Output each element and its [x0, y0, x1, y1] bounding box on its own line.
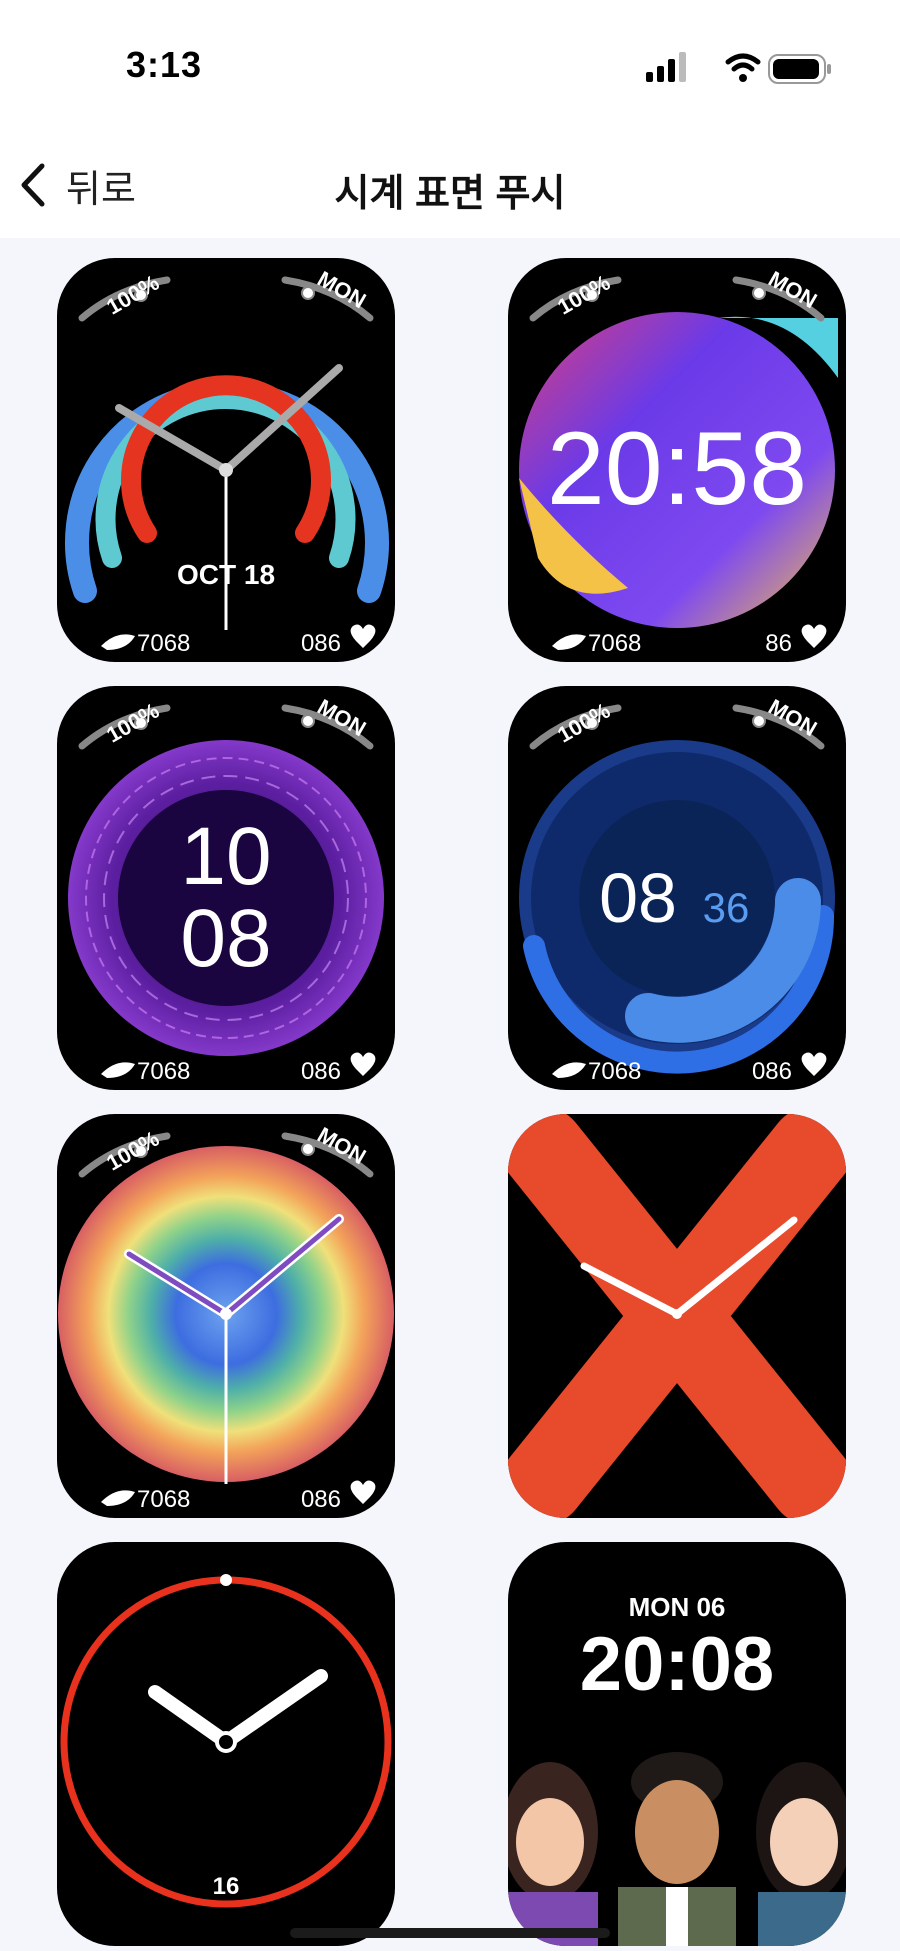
steps-value: 7068	[137, 630, 190, 657]
date-label: OCT 18	[177, 559, 275, 590]
watch-face-blue-ring[interactable]: 100% MON 08 36 7068 086	[508, 686, 846, 1090]
avatar-center	[618, 1752, 736, 1946]
cellular-signal-icon	[646, 52, 686, 82]
date-number: 16	[213, 1873, 240, 1900]
date-label: MON 06	[629, 1592, 726, 1622]
battery-label: 100%	[553, 698, 614, 748]
watch-face-red-x[interactable]	[508, 1114, 846, 1518]
heart-value: 086	[752, 1058, 792, 1085]
steps-value: 7068	[588, 1058, 641, 1085]
watch-face-rainbow-analog[interactable]: 100% MON 7068 086	[57, 1114, 395, 1518]
battery-icon	[768, 54, 831, 84]
hour-label: 08	[599, 859, 677, 937]
digital-time: 20:58	[547, 411, 807, 527]
steps-value: 7068	[137, 1058, 190, 1085]
heart-value: 086	[301, 1058, 341, 1085]
minute-label: 36	[703, 884, 750, 931]
watch-face-purple-swirl[interactable]: 100% MON 10 08 7068 086	[57, 686, 395, 1090]
minute-label: 08	[180, 893, 271, 984]
status-icons	[640, 48, 840, 88]
steps-value: 7068	[588, 630, 641, 657]
watch-face-colorful-digital[interactable]: 100% MON 20:58 7068 86	[508, 258, 846, 662]
day-label: MON	[764, 266, 821, 313]
watch-face-grid: 100% MON OCT 18 7068 086 100% MON 20:58 …	[0, 238, 900, 1951]
steps-value: 7068	[137, 1486, 190, 1513]
steps-icon	[552, 1062, 586, 1078]
home-indicator[interactable]	[290, 1928, 610, 1938]
page-title: 시계 표면 푸시	[334, 173, 566, 215]
heart-icon	[350, 624, 376, 648]
heart-value: 086	[301, 630, 341, 657]
day-label: MON	[313, 266, 370, 313]
steps-icon	[552, 634, 586, 650]
status-time: 3:13	[126, 44, 203, 85]
watch-face-red-ring[interactable]: 16	[57, 1542, 395, 1946]
heart-icon	[801, 1052, 827, 1076]
digital-time: 20:08	[580, 1622, 774, 1707]
day-label: MON	[764, 694, 821, 741]
steps-icon	[101, 1062, 135, 1078]
hour-label: 10	[180, 811, 271, 902]
avatar-left	[508, 1762, 598, 1946]
battery-label: 100%	[102, 698, 163, 748]
heart-value: 086	[301, 1486, 341, 1513]
battery-label: 100%	[553, 270, 614, 320]
steps-icon	[101, 634, 135, 650]
heart-icon	[801, 624, 827, 648]
day-label: MON	[313, 1122, 370, 1169]
heart-value: 86	[765, 630, 792, 657]
watch-face-avatar[interactable]: MON 06 20:08	[508, 1542, 846, 1946]
avatar-right	[756, 1762, 846, 1946]
steps-icon	[101, 1490, 135, 1506]
heart-icon	[350, 1052, 376, 1076]
heart-icon	[350, 1480, 376, 1504]
watch-face-analog-arcs[interactable]: 100% MON OCT 18 7068 086	[57, 258, 395, 662]
day-label: MON	[313, 694, 370, 741]
battery-label: 100%	[102, 270, 163, 320]
wifi-icon	[725, 53, 761, 82]
